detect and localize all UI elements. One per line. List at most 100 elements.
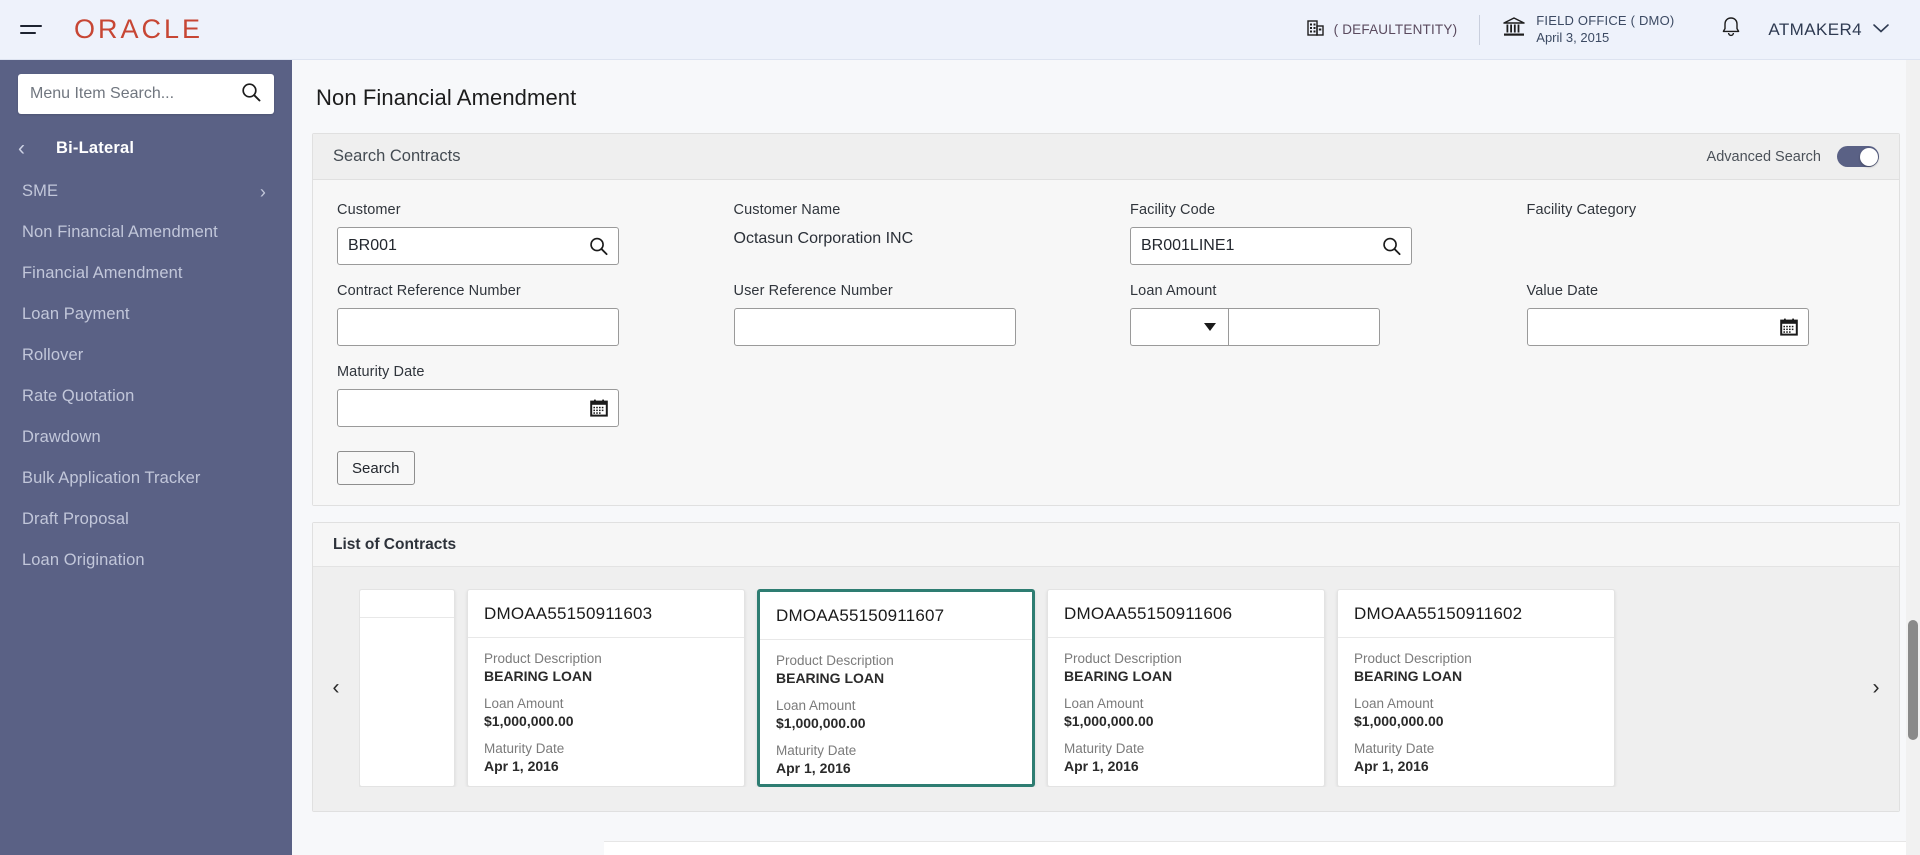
chevron-right-icon[interactable]: ›	[260, 183, 266, 201]
facility-code-input-box[interactable]	[1130, 227, 1412, 265]
sidebar-item-loan-origination[interactable]: Loan Origination	[0, 540, 292, 581]
carousel-prev-button[interactable]: ‹	[313, 589, 359, 787]
menu-search-box[interactable]	[18, 74, 274, 114]
page-scrollbar[interactable]	[1906, 60, 1920, 855]
contract-card-selected[interactable]: DMOAA55150911607 Product Description BEA…	[757, 589, 1035, 787]
search-button[interactable]: Search	[337, 451, 415, 485]
contract-card-reference: DMOAA55150911606	[1048, 590, 1324, 638]
bank-icon	[1502, 16, 1526, 43]
page-title: Non Financial Amendment	[316, 85, 577, 110]
menu-search-input[interactable]	[30, 85, 240, 103]
chevron-down-icon	[1204, 323, 1216, 331]
branch-name: FIELD OFFICE ( DMO)	[1536, 12, 1675, 28]
field-customer-name: Customer Name Octasun Corporation INC	[734, 202, 1083, 265]
loan-amount-value: $1,000,000.00	[1354, 713, 1444, 729]
contract-card[interactable]: DMOAA55150911603 Product Description BEA…	[467, 589, 745, 787]
grid-spacer	[1130, 364, 1479, 427]
page-scrollbar-thumb[interactable]	[1908, 620, 1918, 740]
calendar-icon[interactable]	[1779, 317, 1799, 337]
customer-input-box[interactable]	[337, 227, 619, 265]
sidebar-item-financial-amendment[interactable]: Financial Amendment	[0, 253, 292, 294]
contract-card-reference: DMOAA55150911602	[1338, 590, 1614, 638]
sidebar-item-drawdown[interactable]: Drawdown	[0, 417, 292, 458]
sidebar-item-draft-proposal[interactable]: Draft Proposal	[0, 499, 292, 540]
contract-reference-number-input[interactable]	[348, 318, 608, 336]
loan-amount-input-box[interactable]	[1228, 308, 1380, 346]
product-description-label: Product Description	[484, 651, 602, 666]
maturity-date-label: Maturity Date	[1064, 741, 1145, 756]
facility-category-label: Facility Category	[1526, 202, 1637, 218]
sidebar-item-label: Financial Amendment	[22, 264, 183, 282]
contract-card-partial[interactable]	[359, 589, 455, 787]
user-reference-number-input[interactable]	[744, 318, 1005, 336]
customer-name-label: Customer Name	[733, 202, 841, 218]
list-of-contracts-title: List of Contracts	[333, 535, 457, 553]
sidebar-item-sme[interactable]: SME ›	[0, 171, 292, 212]
user-reference-number-input-box[interactable]	[733, 308, 1016, 346]
main-content: Non Financial Amendment Search Contracts…	[292, 60, 1920, 855]
search-icon[interactable]	[588, 236, 609, 257]
contract-card-reference	[360, 590, 454, 618]
carousel-next-button[interactable]: ›	[1853, 589, 1899, 787]
contract-reference-number-input-box[interactable]	[337, 308, 619, 346]
loan-amount-input[interactable]	[1239, 309, 1369, 345]
chevron-left-icon[interactable]: ‹	[18, 138, 56, 159]
customer-input[interactable]	[348, 237, 608, 255]
sidebar-item-label: Rate Quotation	[22, 387, 135, 405]
advanced-search-group: Advanced Search	[1707, 146, 1879, 167]
sidebar-item-non-financial-amendment[interactable]: Non Financial Amendment	[0, 212, 292, 253]
field-maturity-date: Maturity Date	[337, 364, 686, 427]
sidebar-item-label: Loan Origination	[22, 551, 145, 569]
facility-code-input[interactable]	[1141, 237, 1401, 255]
user-menu[interactable]: ATMAKER4	[1768, 20, 1920, 40]
hamburger-icon[interactable]	[14, 13, 48, 47]
advanced-search-toggle[interactable]	[1837, 146, 1879, 167]
notifications-button[interactable]	[1694, 15, 1768, 44]
calendar-icon[interactable]	[589, 398, 609, 418]
sidebar-item-label: Rollover	[22, 346, 84, 364]
loan-amount-value: $1,000,000.00	[1064, 713, 1154, 729]
contract-card-body: Product Description BEARING LOAN Loan Am…	[1338, 638, 1614, 787]
search-contracts-title: Search Contracts	[333, 147, 461, 165]
loan-amount-currency-select[interactable]	[1130, 308, 1228, 346]
list-of-contracts-panel: List of Contracts ‹ DMOAA55150911603 Pro…	[312, 522, 1900, 812]
entity-label: ( DEFAULTENTITY)	[1333, 22, 1458, 37]
entity-selector[interactable]: ( DEFAULTENTITY)	[1284, 18, 1480, 42]
product-description-value: BEARING LOAN	[1064, 668, 1173, 684]
product-description-label: Product Description	[1064, 651, 1182, 666]
bottom-strip	[604, 841, 1920, 855]
field-contract-reference-number: Contract Reference Number	[337, 283, 686, 346]
grid-spacer	[1527, 364, 1876, 427]
product-description-label: Product Description	[1354, 651, 1472, 666]
contract-card[interactable]: DMOAA55150911606 Product Description BEA…	[1047, 589, 1325, 787]
sidebar: ‹ Bi-Lateral SME › Non Financial Amendme…	[0, 60, 292, 855]
sidebar-item-rate-quotation[interactable]: Rate Quotation	[0, 376, 292, 417]
branch-selector[interactable]: FIELD OFFICE ( DMO) April 3, 2015	[1480, 13, 1694, 46]
contract-card[interactable]: DMOAA55150911602 Product Description BEA…	[1337, 589, 1615, 787]
maturity-date-input[interactable]	[348, 399, 608, 417]
contract-card-body: Product Description BEARING LOAN Loan Am…	[760, 640, 1032, 787]
loan-amount-label: Loan Amount	[1354, 696, 1434, 711]
value-date-input-box[interactable]	[1526, 308, 1809, 346]
sidebar-item-rollover[interactable]: Rollover	[0, 335, 292, 376]
maturity-date-value: Apr 1, 2016	[484, 758, 559, 774]
sidebar-item-bulk-application-tracker[interactable]: Bulk Application Tracker	[0, 458, 292, 499]
loan-amount-label: Loan Amount	[776, 698, 856, 713]
value-date-input[interactable]	[1537, 318, 1798, 336]
toggle-knob	[1859, 147, 1878, 166]
loan-amount-label: Loan Amount	[1064, 696, 1144, 711]
maturity-date-input-box[interactable]	[337, 389, 619, 427]
sidebar-item-label: Drawdown	[22, 428, 101, 446]
sidebar-item-loan-payment[interactable]: Loan Payment	[0, 294, 292, 335]
search-icon[interactable]	[240, 81, 262, 108]
sidebar-section-header[interactable]: ‹ Bi-Lateral	[0, 120, 292, 171]
contract-card-reference: DMOAA55150911603	[468, 590, 744, 638]
search-icon[interactable]	[1381, 236, 1402, 257]
branch-date: April 3, 2015	[1536, 29, 1610, 45]
contract-card-reference: DMOAA55150911607	[760, 592, 1032, 640]
product-description-value: BEARING LOAN	[484, 668, 593, 684]
sidebar-item-label: SME	[22, 182, 59, 200]
maturity-date-label: Maturity Date	[776, 743, 857, 758]
loan-amount-value: $1,000,000.00	[776, 715, 866, 731]
customer-label: Customer	[337, 202, 401, 218]
